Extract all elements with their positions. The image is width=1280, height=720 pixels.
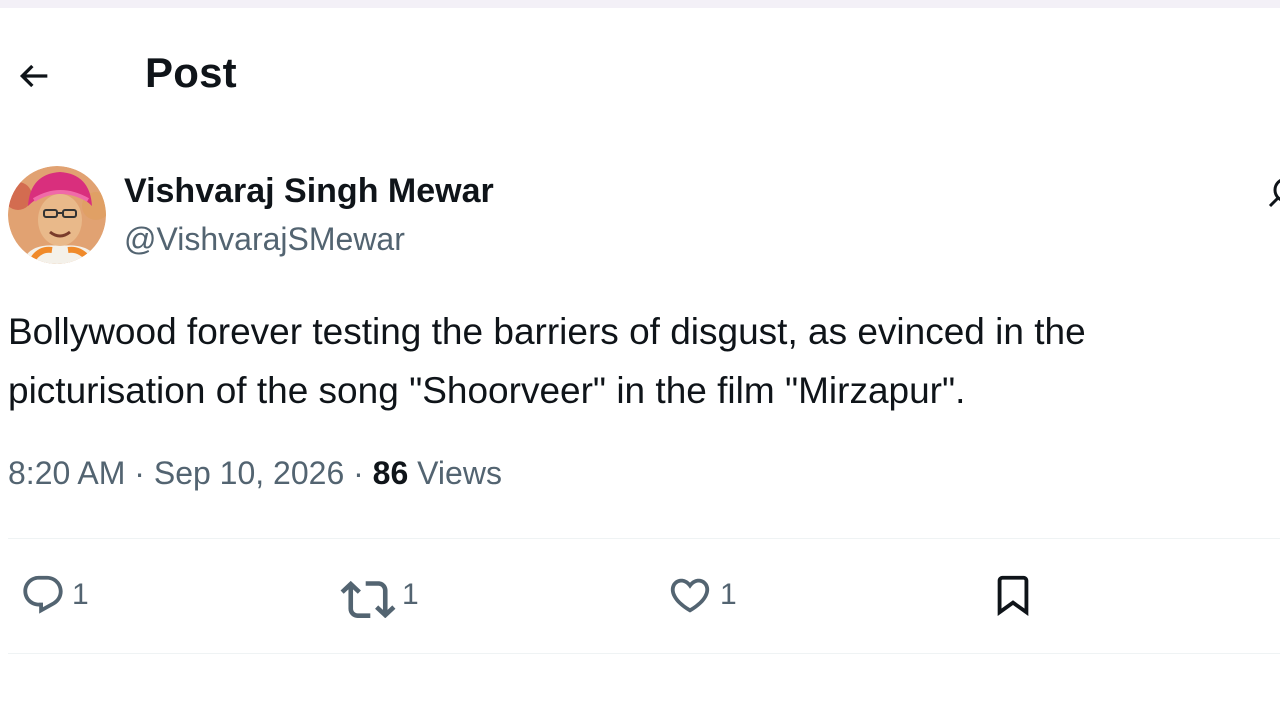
reply-count: 1 (72, 578, 89, 611)
retweet-button[interactable]: 1 (340, 573, 419, 618)
back-button[interactable] (12, 54, 56, 98)
like-count: 1 (720, 578, 737, 611)
reply-button[interactable]: 1 (20, 573, 89, 617)
bookmark-button[interactable] (990, 573, 1036, 617)
like-button[interactable]: 1 (666, 573, 737, 617)
post-header: Post (0, 40, 1280, 110)
divider-bottom (8, 653, 1280, 654)
author-handle[interactable]: @VishvarajSMewar (124, 221, 405, 258)
meta-separator: · (134, 455, 145, 491)
top-strip (0, 0, 1280, 8)
post-text-line-1: Bollywood forever testing the barriers o… (8, 311, 1086, 352)
meta-separator: · (353, 455, 364, 491)
post-actions: 1 1 1 (0, 555, 1280, 645)
post-text: Bollywood forever testing the barriers o… (8, 302, 1270, 420)
author-name[interactable]: Vishvaraj Singh Mewar (124, 172, 494, 211)
post-time[interactable]: 8:20 AM (8, 455, 125, 491)
bookmark-icon (997, 575, 1029, 616)
retweet-icon (340, 580, 396, 618)
heart-icon (670, 578, 710, 613)
post-date[interactable]: Sep 10, 2026 (154, 455, 344, 491)
grok-icon[interactable] (1260, 172, 1280, 212)
page-title: Post (145, 49, 237, 96)
divider-top (8, 538, 1280, 539)
avatar[interactable] (8, 166, 106, 264)
user-avatar (8, 166, 106, 264)
retweet-count: 1 (402, 578, 419, 611)
reply-icon (23, 575, 63, 614)
post-text-line-2: picturisation of the song "Shoorveer" in… (8, 370, 966, 411)
views-label: Views (417, 455, 502, 491)
post-meta: 8:20 AM · Sep 10, 2026 · 86 Views (8, 455, 502, 492)
views-count: 86 (372, 455, 409, 491)
post-page: Post Vishvaraj Singh Mewar @VishvarajSMe… (0, 0, 1280, 720)
post-author: Vishvaraj Singh Mewar @VishvarajSMewar (8, 166, 1280, 266)
arrow-left-icon (19, 64, 48, 88)
